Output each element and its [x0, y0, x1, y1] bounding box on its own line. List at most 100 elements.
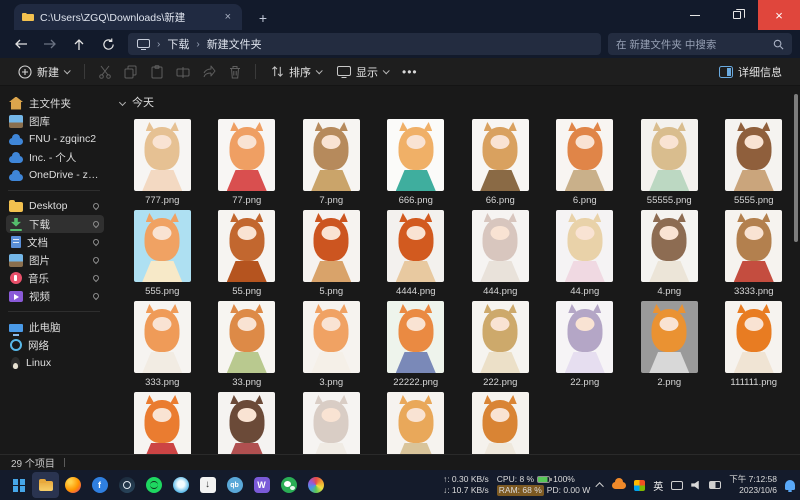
file-item[interactable]: 7.png	[289, 116, 374, 207]
taskbar-app-button[interactable]	[113, 472, 140, 498]
file-item[interactable]: 777.png	[120, 116, 205, 207]
taskbar-app-button[interactable]: f	[86, 472, 113, 498]
delete-button[interactable]	[222, 60, 248, 84]
sidebar-item-label: 图片	[29, 254, 50, 267]
file-item[interactable]: 22.png	[543, 298, 628, 389]
file-item[interactable]: 4444.png	[374, 207, 459, 298]
file-item[interactable]: 222.png	[458, 298, 543, 389]
crumb-current-folder[interactable]: 新建文件夹	[207, 36, 262, 52]
crumb-downloads[interactable]: 下载	[167, 36, 189, 52]
close-button[interactable]: ×	[758, 0, 800, 30]
taskbar-app-button[interactable]	[275, 472, 302, 498]
file-item[interactable]: 3333.png	[712, 207, 797, 298]
see-more-button[interactable]: •••	[396, 60, 424, 84]
forward-button[interactable]	[37, 33, 63, 55]
restore-button[interactable]	[716, 0, 758, 30]
sidebar-item[interactable]: Linux	[6, 354, 104, 372]
details-pane-button[interactable]: 详细信息	[711, 60, 790, 84]
new-tab-button[interactable]: +	[250, 6, 276, 30]
hidden-icons-chevron[interactable]	[595, 482, 605, 491]
sidebar-item[interactable]: 此电脑	[6, 318, 104, 336]
file-item[interactable]: 55555.png	[627, 116, 712, 207]
view-button[interactable]: 显示	[329, 60, 396, 84]
clock-widget[interactable]: 下午 7:12:58 2023/10/6	[729, 474, 777, 495]
file-name-label: 555.png	[145, 286, 180, 297]
file-item[interactable]	[374, 389, 459, 454]
file-item[interactable]: 444.png	[458, 207, 543, 298]
character-dress	[564, 352, 605, 373]
file-item[interactable]: 22222.png	[374, 298, 459, 389]
file-item[interactable]	[289, 389, 374, 454]
sidebar-item[interactable]: Desktop	[6, 197, 104, 215]
sidebar-item[interactable]: 图片	[6, 251, 104, 269]
sort-button[interactable]: 排序	[263, 60, 329, 84]
volume-icon[interactable]	[691, 480, 699, 490]
notification-bell-icon[interactable]	[785, 480, 795, 492]
breadcrumb[interactable]: › 下载 › 新建文件夹	[128, 33, 601, 55]
file-item[interactable]: 111111.png	[712, 298, 797, 389]
sidebar-item[interactable]: 主文件夹	[6, 94, 104, 112]
security-tray-icon[interactable]	[634, 479, 646, 491]
sidebar-item[interactable]: OneDrive - zgqinc	[6, 166, 104, 184]
file-item[interactable]	[458, 389, 543, 454]
taskbar-app-button[interactable]	[140, 472, 167, 498]
touch-keyboard-icon[interactable]	[671, 480, 684, 490]
file-item[interactable]: 6.png	[543, 116, 628, 207]
sidebar-item[interactable]: Inc. - 个人	[6, 148, 104, 166]
file-item[interactable]: 33.png	[205, 298, 290, 389]
sidebar-item[interactable]: 网络	[6, 336, 104, 354]
paste-button[interactable]	[144, 60, 170, 84]
sidebar-item[interactable]: FNU - zgqinc2	[6, 130, 104, 148]
file-item[interactable]	[120, 389, 205, 454]
network-speed-widget[interactable]: ↑: 0.30 KB/s ↓: 10.7 KB/s	[443, 474, 489, 495]
cut-button[interactable]	[92, 60, 118, 84]
file-item[interactable]: 55.png	[205, 207, 290, 298]
file-item[interactable]: 4.png	[627, 207, 712, 298]
file-item[interactable]: 666.png	[374, 116, 459, 207]
search-input[interactable]: 在 新建文件夹 中搜索	[608, 33, 792, 55]
file-item[interactable]: 555.png	[120, 207, 205, 298]
refresh-button[interactable]	[95, 33, 121, 55]
vertical-scrollbar[interactable]	[794, 94, 798, 242]
share-button[interactable]	[196, 60, 222, 84]
sidebar-item[interactable]: 下载	[6, 215, 104, 233]
file-item[interactable]: 333.png	[120, 298, 205, 389]
file-thumbnail	[640, 119, 698, 191]
file-item[interactable]: 3.png	[289, 298, 374, 389]
copy-button[interactable]	[118, 60, 144, 84]
sidebar-item[interactable]: 图库	[6, 112, 104, 130]
taskbar-app-button[interactable]	[5, 472, 32, 498]
sidebar-item[interactable]: 视频	[6, 287, 104, 305]
battery-percent: 100%	[553, 474, 575, 485]
character-face	[237, 135, 257, 149]
ime-indicator[interactable]: 英	[653, 478, 663, 493]
date-group-header[interactable]: 今天	[118, 94, 790, 110]
rename-button[interactable]	[170, 60, 196, 84]
taskbar-app-button[interactable]	[32, 472, 59, 498]
up-button[interactable]	[66, 33, 92, 55]
file-item[interactable]	[205, 389, 290, 454]
sidebar-item[interactable]: 音乐	[6, 269, 104, 287]
sidebar-item[interactable]: 文档	[6, 233, 104, 251]
taskbar-app-button[interactable]: ↓	[194, 472, 221, 498]
power-tray-icon[interactable]	[709, 481, 722, 489]
taskbar-app-button[interactable]: qb	[221, 472, 248, 498]
file-item[interactable]: 5555.png	[712, 116, 797, 207]
file-item[interactable]: 2.png	[627, 298, 712, 389]
system-monitor-widget[interactable]: CPU: 8 % 100% RAM: 68 % PD: 0.00 W	[496, 474, 590, 496]
file-item[interactable]: 77.png	[205, 116, 290, 207]
new-button[interactable]: 新建	[10, 60, 77, 84]
file-item[interactable]: 44.png	[543, 207, 628, 298]
minimize-button[interactable]	[674, 0, 716, 30]
taskbar-app-button[interactable]: W	[248, 472, 275, 498]
tab-close-icon[interactable]: ×	[222, 11, 234, 23]
file-item[interactable]: 66.png	[458, 116, 543, 207]
cloud-tray-icon[interactable]	[612, 477, 627, 489]
explorer-tab[interactable]: C:\Users\ZGQ\Downloads\新建 ×	[14, 4, 242, 30]
taskbar-app-button[interactable]	[59, 472, 86, 498]
taskbar-app-button[interactable]	[302, 472, 329, 498]
back-button[interactable]	[8, 33, 34, 55]
file-item[interactable]: 5.png	[289, 207, 374, 298]
taskbar-app-button[interactable]	[167, 472, 194, 498]
ram-usage: RAM: 68 %	[496, 485, 544, 496]
